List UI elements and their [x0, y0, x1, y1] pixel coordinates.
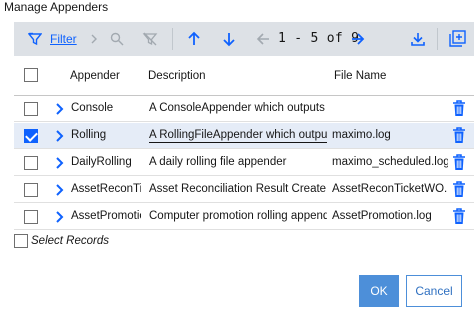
search-icon: [110, 22, 124, 56]
trash-icon[interactable]: [452, 208, 466, 225]
trash-icon[interactable]: [452, 154, 466, 171]
header-description: Description: [148, 70, 206, 82]
ok-button[interactable]: OK: [359, 275, 399, 307]
table-row[interactable]: AssetReconTick Asset Reconciliation Resul…: [14, 177, 474, 203]
description-cell: Computer promotion rolling appender: [149, 210, 327, 222]
arrow-right-icon: [352, 33, 365, 45]
expand-row-chevron-icon[interactable]: [54, 156, 66, 170]
page-range: 1 - 5 of 9: [278, 31, 360, 46]
table-row[interactable]: Console A ConsoleAppender which outputs t…: [14, 96, 474, 122]
trash-icon[interactable]: [452, 100, 466, 117]
description-cell: A RollingFileAppender which outputs to: [149, 129, 327, 143]
add-row-icon: [449, 30, 466, 47]
row-checkbox[interactable]: [24, 210, 38, 224]
trash-icon[interactable]: [452, 181, 466, 198]
row-checkbox[interactable]: [24, 102, 38, 116]
file-name-cell: AssetReconTicketWO.log: [332, 183, 448, 195]
description-cell: A ConsoleAppender which outputs to S: [149, 102, 327, 114]
row-checkbox[interactable]: [24, 129, 38, 143]
table-toolbar: Filter 1 - 5 of 9: [14, 22, 474, 56]
file-name-cell: AssetPromotion.log: [332, 210, 432, 222]
appender-name-cell: AssetReconTick: [71, 183, 141, 195]
download-icon: [411, 33, 425, 46]
toolbar-divider: [172, 28, 173, 50]
header-appender: Appender: [70, 70, 120, 82]
arrow-down-icon: [223, 33, 235, 47]
filter-icon: [28, 32, 42, 46]
appender-name-cell: DailyRolling: [71, 156, 132, 168]
file-name-cell: maximo_scheduled.log: [332, 156, 448, 168]
select-records-checkbox[interactable]: [14, 234, 28, 248]
add-row-button[interactable]: [448, 22, 466, 56]
header-file-name: File Name: [334, 70, 387, 82]
next-page-button[interactable]: [351, 22, 365, 56]
select-all-checkbox[interactable]: [24, 68, 38, 82]
dialog-title: Manage Appenders: [4, 0, 109, 14]
expand-filter-chevron-icon: [90, 22, 98, 56]
row-checkbox[interactable]: [24, 156, 38, 170]
download-button[interactable]: [410, 22, 426, 56]
previous-page-button[interactable]: [256, 22, 270, 56]
table-row[interactable]: Rolling A RollingFileAppender which outpu…: [14, 123, 474, 149]
row-checkbox[interactable]: [24, 183, 38, 197]
expand-row-chevron-icon[interactable]: [54, 129, 66, 143]
expand-row-chevron-icon[interactable]: [54, 183, 66, 197]
appender-name-cell: Console: [71, 102, 114, 114]
clear-filter-icon: [142, 22, 158, 56]
expand-row-chevron-icon[interactable]: [54, 210, 66, 224]
move-down-button[interactable]: [222, 22, 236, 56]
cancel-button[interactable]: Cancel: [406, 275, 462, 307]
select-records-label: Select Records: [31, 235, 109, 247]
select-records-toggle[interactable]: Select Records: [14, 234, 109, 248]
trash-icon[interactable]: [452, 127, 466, 144]
table-header: Appender Description File Name: [14, 58, 474, 96]
appender-name-cell: AssetPromotion: [71, 210, 141, 222]
file-name-cell: maximo.log: [332, 129, 391, 141]
filter-link[interactable]: Filter: [50, 32, 77, 46]
table-row[interactable]: DailyRolling A daily rolling file appende…: [14, 150, 474, 176]
description-cell: Asset Reconciliation Result Create Ticke: [149, 183, 327, 195]
expand-row-chevron-icon[interactable]: [54, 102, 66, 116]
move-up-button[interactable]: [187, 22, 201, 56]
arrow-up-icon: [188, 31, 200, 45]
toolbar-divider: [437, 28, 438, 50]
appender-name-cell: Rolling: [71, 129, 107, 141]
description-cell: A daily rolling file appender: [149, 156, 287, 168]
table-row[interactable]: AssetPromotion Computer promotion rolling…: [14, 204, 474, 230]
arrow-left-icon: [256, 33, 269, 45]
filter-button[interactable]: Filter: [28, 22, 77, 56]
